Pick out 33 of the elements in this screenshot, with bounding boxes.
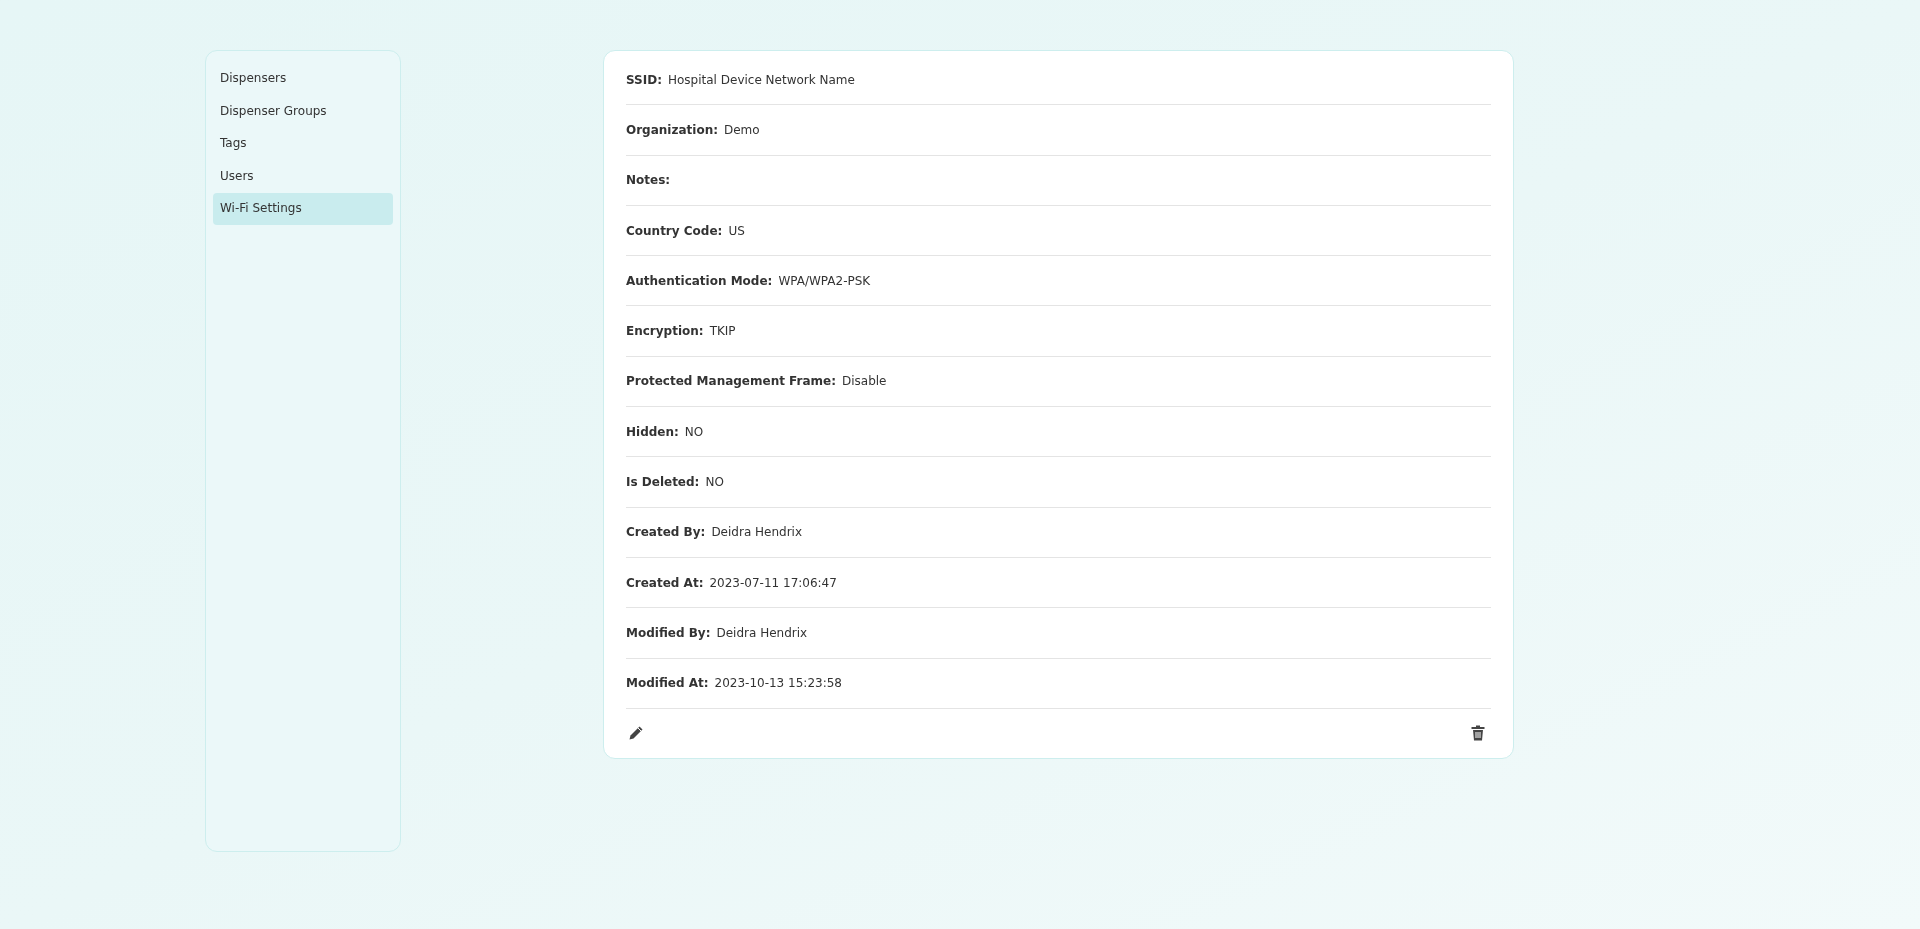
field-value: NO — [684, 423, 704, 441]
field-label: Protected Management Frame: — [626, 373, 836, 391]
delete-button[interactable] — [1469, 723, 1487, 744]
field-label: Notes: — [626, 172, 671, 190]
field-label: Created By: — [626, 524, 706, 542]
field-value: Deidra Hendrix — [716, 624, 808, 642]
pencil-icon — [628, 725, 644, 742]
field-label: Hidden: — [626, 423, 679, 441]
field-value: TKIP — [709, 323, 736, 341]
field-value: US — [728, 222, 745, 240]
sidebar-item[interactable]: Dispensers — [213, 63, 393, 95]
field-label: Created At: — [626, 574, 704, 592]
field-label: Organization: — [626, 121, 718, 139]
trash-icon — [1471, 725, 1485, 742]
sidebar-item[interactable]: Dispenser Groups — [213, 95, 393, 127]
field-label: Encryption: — [626, 323, 704, 341]
field-value: Deidra Hendrix — [711, 524, 803, 542]
field-value: 2023-10-13 15:23:58 — [714, 675, 842, 693]
field-value: NO — [705, 474, 724, 491]
sidebar-item[interactable]: Wi-Fi Settings — [213, 193, 393, 225]
field-label: Country Code: — [626, 222, 723, 240]
field-label: Modified By: — [626, 624, 711, 642]
field-value: Hospital Device Network Name — [668, 71, 855, 89]
sidebar-item[interactable]: Tags — [213, 128, 393, 160]
field-value: WPA/WPA2-PSK — [778, 272, 871, 290]
field-value: Disable — [842, 373, 887, 391]
field-label: Authentication Mode: — [626, 272, 773, 290]
field-value: Demo — [724, 121, 760, 139]
field-value: 2023-07-11 17:06:47 — [709, 574, 837, 592]
field-label: SSID: — [626, 71, 662, 89]
sidebar-item[interactable]: Users — [213, 160, 393, 192]
field-label: Is Deleted: — [626, 474, 700, 491]
field-label: Modified At: — [626, 675, 709, 693]
